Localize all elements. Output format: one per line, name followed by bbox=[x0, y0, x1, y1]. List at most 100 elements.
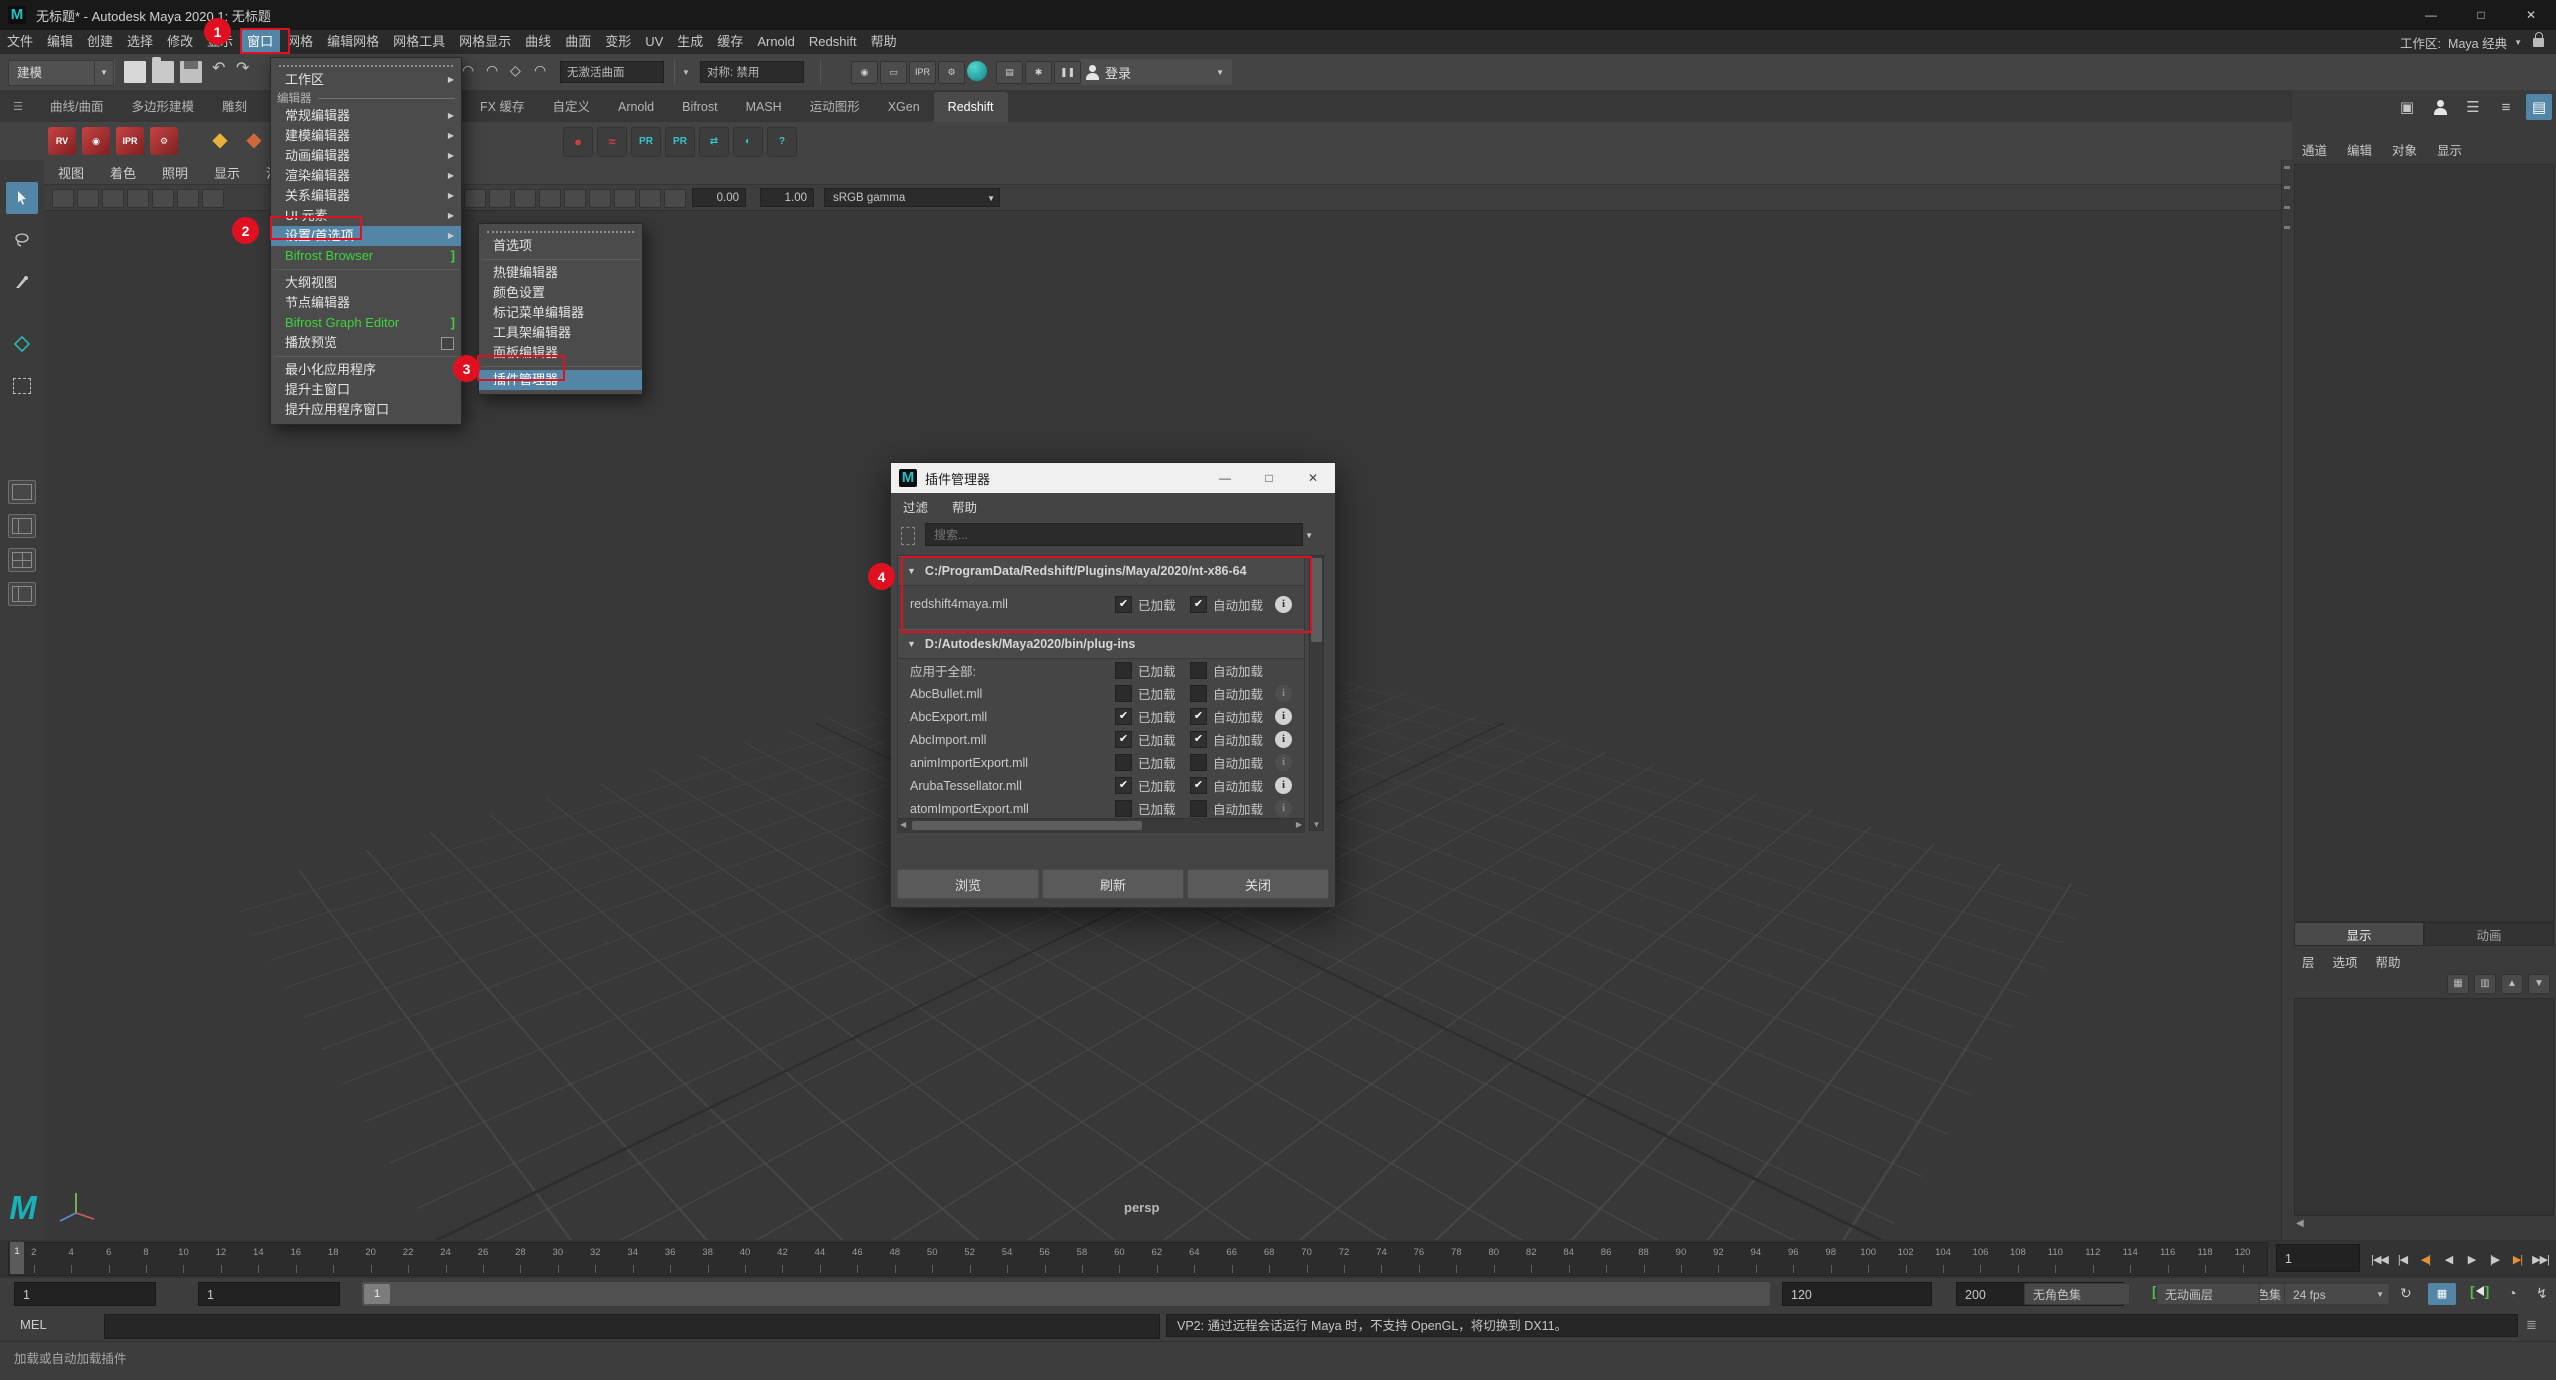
active-surface-field[interactable]: 无激活曲面 bbox=[560, 61, 664, 83]
menu-UV[interactable]: UV bbox=[638, 30, 670, 54]
channel-box-layer-editor-icon[interactable]: ▤ bbox=[2526, 94, 2552, 120]
frame-tick-74[interactable]: 74 bbox=[1363, 1243, 1400, 1275]
menu-文件[interactable]: 文件 bbox=[0, 30, 40, 54]
move-layer-down-icon[interactable]: ▼ bbox=[2528, 974, 2550, 994]
shelf-tab-自定义[interactable]: 自定义 bbox=[538, 92, 604, 122]
layer-tab-动画[interactable]: 动画 bbox=[2424, 922, 2554, 946]
playback-button-5[interactable]: |▶ bbox=[2483, 1242, 2506, 1276]
frame-tick-14[interactable]: 14 bbox=[240, 1243, 277, 1275]
render-icon-5[interactable]: ▤ bbox=[996, 61, 1023, 84]
frame-tick-54[interactable]: 54 bbox=[988, 1243, 1025, 1275]
frame-tick-120[interactable]: 120 bbox=[2224, 1243, 2261, 1275]
render-icon-4[interactable] bbox=[967, 61, 987, 81]
select-tool[interactable] bbox=[6, 182, 38, 214]
scrollbar-thumb[interactable] bbox=[912, 821, 1142, 830]
shelf-diamond-icon[interactable]: ◆ bbox=[240, 127, 268, 155]
shelf-button-IPR[interactable]: IPR bbox=[116, 127, 144, 155]
viewport-icon-r1[interactable] bbox=[489, 189, 511, 208]
range-slider[interactable]: 1 bbox=[362, 1282, 1770, 1306]
playback-speed-icon[interactable]: ◔ bbox=[2508, 1285, 2516, 1301]
menu-生成[interactable]: 生成 bbox=[670, 30, 710, 54]
playback-button-3[interactable]: ◀ bbox=[2437, 1242, 2460, 1276]
channel-menu-对象[interactable]: 对象 bbox=[2392, 140, 2417, 159]
layer-tab-显示[interactable]: 显示 bbox=[2294, 922, 2424, 946]
frame-tick-48[interactable]: 48 bbox=[876, 1243, 913, 1275]
layout-single-pane-button[interactable] bbox=[8, 480, 36, 504]
snap-view-icon[interactable]: ◠ bbox=[534, 62, 546, 79]
frame-tick-42[interactable]: 42 bbox=[764, 1243, 801, 1275]
frame-tick-10[interactable]: 10 bbox=[165, 1243, 202, 1275]
menu-item-工具架编辑器[interactable]: 工具架编辑器 bbox=[479, 323, 642, 343]
current-time-marker[interactable]: 1 bbox=[10, 1242, 24, 1274]
dialog-menu-帮助[interactable]: 帮助 bbox=[952, 497, 977, 516]
autoload-checkbox[interactable]: ✔ bbox=[1190, 777, 1207, 794]
frame-tick-44[interactable]: 44 bbox=[801, 1243, 838, 1275]
menu-tearoff[interactable] bbox=[279, 60, 453, 67]
info-icon[interactable]: i bbox=[1275, 777, 1292, 794]
menu-item-Bifrost Graph Editor[interactable]: Bifrost Graph Editor] bbox=[271, 313, 461, 333]
paint-select-tool[interactable] bbox=[6, 266, 38, 298]
menu-item-标记菜单编辑器[interactable]: 标记菜单编辑器 bbox=[479, 303, 642, 323]
maximize-button[interactable]: □ bbox=[2456, 0, 2506, 30]
dialog-titlebar[interactable]: M 插件管理器 — □ ✕ bbox=[891, 463, 1335, 493]
shelf-button-r4[interactable]: ⇄ bbox=[699, 127, 729, 157]
dialog-menu-过滤[interactable]: 过滤 bbox=[903, 497, 928, 516]
menu-item-渲染编辑器[interactable]: 渲染编辑器▶ bbox=[271, 166, 461, 186]
exposure-field[interactable]: 0.00 bbox=[692, 188, 746, 207]
autoload-checkbox[interactable] bbox=[1190, 800, 1207, 817]
viewport-icon-5[interactable] bbox=[177, 189, 199, 208]
info-icon[interactable]: i bbox=[1275, 708, 1292, 725]
new-empty-layer-icon[interactable]: ▥ bbox=[2474, 974, 2496, 994]
anim-layer-dropdown[interactable]: 无动画层 bbox=[2156, 1283, 2260, 1305]
frame-tick-12[interactable]: 12 bbox=[202, 1243, 239, 1275]
menu-创建[interactable]: 创建 bbox=[80, 30, 120, 54]
audio-toggle-button[interactable]: [] bbox=[2470, 1283, 2489, 1299]
search-input[interactable] bbox=[925, 523, 1303, 546]
frame-tick-82[interactable]: 82 bbox=[1513, 1243, 1550, 1275]
frame-tick-40[interactable]: 40 bbox=[726, 1243, 763, 1275]
shelf-tab-Arnold[interactable]: Arnold bbox=[604, 92, 668, 122]
loaded-checkbox[interactable] bbox=[1115, 685, 1132, 702]
frame-tick-56[interactable]: 56 bbox=[1026, 1243, 1063, 1275]
layout-four-pane-button[interactable] bbox=[8, 548, 36, 572]
dialog-button-刷新[interactable]: 刷新 bbox=[1042, 869, 1184, 899]
frame-tick-94[interactable]: 94 bbox=[1737, 1243, 1774, 1275]
frame-tick-116[interactable]: 116 bbox=[2149, 1243, 2186, 1275]
viewport-icon-r0[interactable] bbox=[464, 189, 486, 208]
frame-tick-78[interactable]: 78 bbox=[1438, 1243, 1475, 1275]
frame-tick-18[interactable]: 18 bbox=[315, 1243, 352, 1275]
section-collapse-icon[interactable]: ▼ bbox=[907, 639, 916, 649]
lasso-tool[interactable] bbox=[6, 224, 38, 256]
frame-tick-88[interactable]: 88 bbox=[1625, 1243, 1662, 1275]
viewport-icon-r5[interactable] bbox=[589, 189, 611, 208]
attribute-editor-icon[interactable]: ☰ bbox=[2460, 94, 2486, 120]
login-button[interactable]: 登录 ▼ bbox=[1080, 59, 1232, 85]
viewport-icon-1[interactable] bbox=[77, 189, 99, 208]
layout-outliner-pane-button[interactable] bbox=[8, 582, 36, 606]
dialog-minimize-button[interactable]: — bbox=[1203, 463, 1247, 493]
viewport-icon-r6[interactable] bbox=[614, 189, 636, 208]
frame-tick-66[interactable]: 66 bbox=[1213, 1243, 1250, 1275]
frame-tick-90[interactable]: 90 bbox=[1662, 1243, 1699, 1275]
channel-menu-通道[interactable]: 通道 bbox=[2302, 140, 2327, 159]
new-scene-icon[interactable] bbox=[124, 61, 146, 83]
loaded-checkbox[interactable]: ✔ bbox=[1115, 777, 1132, 794]
menu-item-最小化应用程序[interactable]: 最小化应用程序 bbox=[271, 360, 461, 380]
shelf-button-RV[interactable]: RV bbox=[48, 127, 76, 155]
frame-tick-72[interactable]: 72 bbox=[1325, 1243, 1362, 1275]
new-layer-icon[interactable]: ▦ bbox=[2447, 974, 2469, 994]
range-slider-handle[interactable]: 1 bbox=[364, 1284, 390, 1304]
menu-item-大纲视图[interactable]: 大纲视图 bbox=[271, 273, 461, 293]
frame-tick-86[interactable]: 86 bbox=[1587, 1243, 1624, 1275]
frame-tick-26[interactable]: 26 bbox=[464, 1243, 501, 1275]
menu-变形[interactable]: 变形 bbox=[598, 30, 638, 54]
frame-tick-28[interactable]: 28 bbox=[502, 1243, 539, 1275]
viewport-icon-r3[interactable] bbox=[539, 189, 561, 208]
menu-网格显示[interactable]: 网格显示 bbox=[452, 30, 518, 54]
render-icon-6[interactable]: ✱ bbox=[1025, 61, 1052, 84]
viewport-icon-6[interactable] bbox=[202, 189, 224, 208]
viewport-icon-r7[interactable] bbox=[639, 189, 661, 208]
shelf-diamond-icon[interactable]: ◆ bbox=[206, 127, 234, 155]
viewport-icon-4[interactable] bbox=[152, 189, 174, 208]
playback-button-4[interactable]: ▶ bbox=[2460, 1242, 2483, 1276]
